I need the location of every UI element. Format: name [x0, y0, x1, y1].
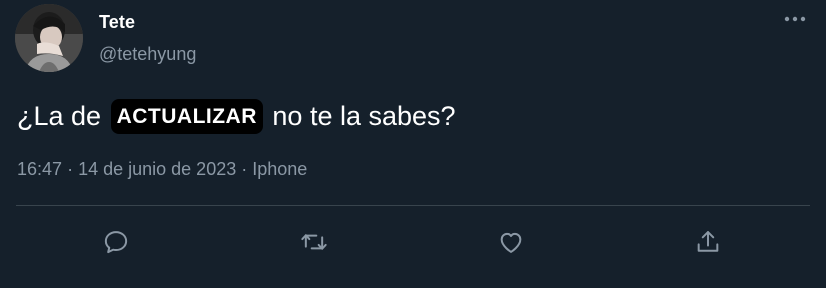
more-dots-icon: [784, 16, 806, 22]
highlight-badge: ACTUALIZAR: [110, 99, 263, 134]
retweet-icon: [301, 234, 327, 250]
action-bar: [0, 222, 826, 262]
tweet-metadata: 16:47 · 14 de junio de 2023 · Iphone: [17, 159, 307, 180]
more-options-button[interactable]: [778, 6, 812, 32]
like-button[interactable]: [491, 222, 531, 262]
share-button[interactable]: [688, 222, 728, 262]
tweet-source: Iphone: [252, 159, 308, 179]
tweet-text: ¿La de ACTUALIZAR no te la sabes?: [17, 92, 456, 140]
divider: [16, 205, 810, 206]
reply-button[interactable]: [96, 222, 136, 262]
comment-icon: [104, 231, 128, 254]
tweet-text-after: no te la sabes?: [272, 101, 456, 131]
user-handle[interactable]: @tetehyung: [99, 44, 196, 65]
meta-separator: ·: [241, 159, 248, 179]
profile-photo-icon: [15, 4, 83, 72]
display-name[interactable]: Tete: [99, 12, 135, 33]
avatar[interactable]: [15, 4, 83, 72]
share-icon: [697, 231, 719, 252]
tweet-time[interactable]: 16:47: [17, 159, 62, 179]
heart-icon: [500, 232, 522, 253]
retweet-button[interactable]: [294, 222, 334, 262]
meta-separator: ·: [67, 159, 74, 179]
tweet-date[interactable]: 14 de junio de 2023: [78, 159, 236, 179]
tweet-card: Tete @tetehyung ¿La de ACTUALIZAR no te …: [0, 0, 826, 288]
tweet-text-before: ¿La de: [17, 101, 102, 131]
